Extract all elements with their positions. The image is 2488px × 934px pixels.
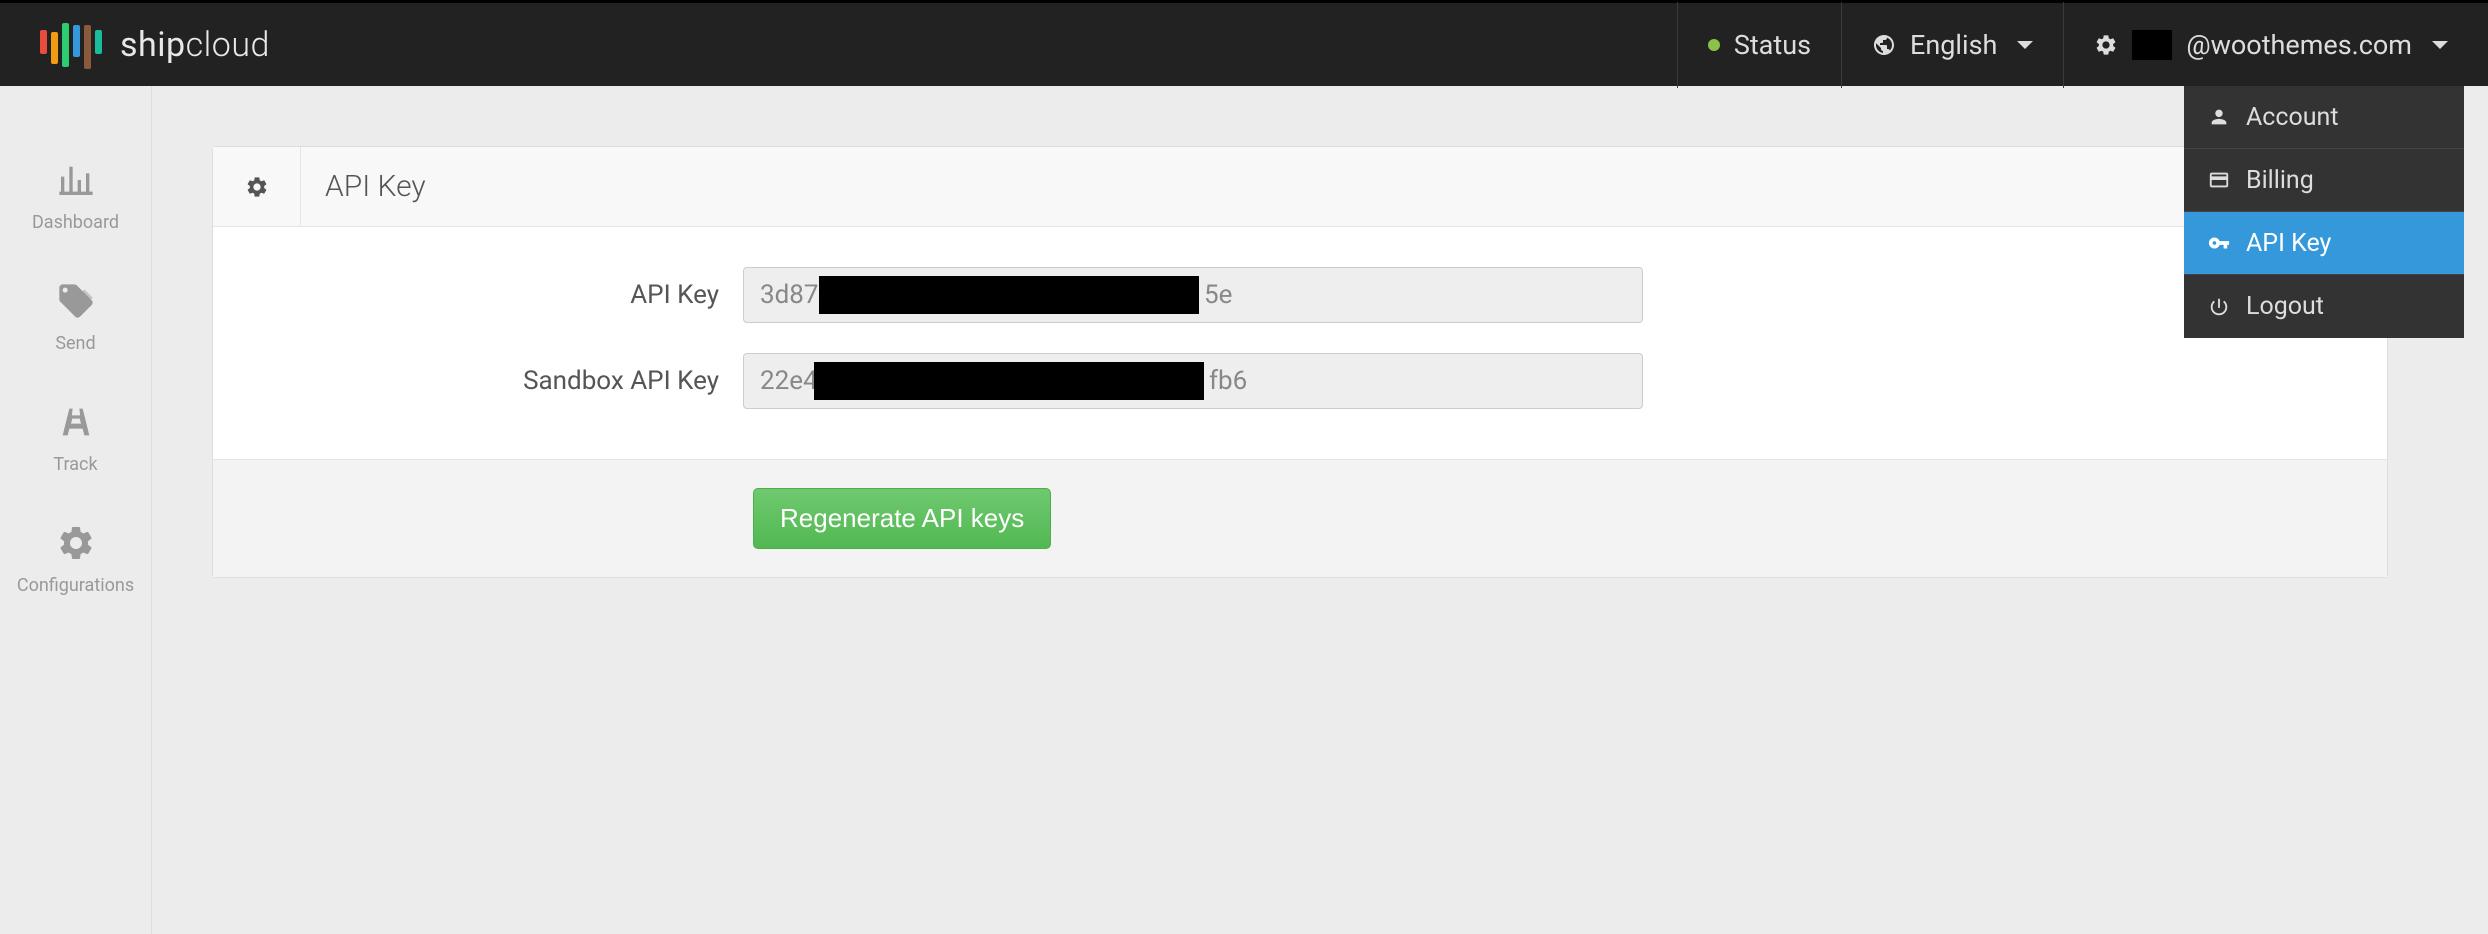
top-navigation: shipcloud Status English @woothemes.com	[0, 0, 2488, 86]
status-indicator-icon	[1708, 39, 1720, 51]
sidebar-item-send[interactable]: Send	[0, 257, 151, 378]
sandbox-key-suffix: fb6	[1209, 366, 1247, 396]
sidebar-item-configurations[interactable]: Configurations	[0, 499, 151, 620]
card-icon	[2208, 169, 2230, 191]
menu-logout[interactable]: Logout	[2184, 275, 2464, 338]
user-dropdown-menu: Account Billing API Key Logout	[2184, 86, 2464, 338]
api-key-row: API Key 3d87 5e	[263, 267, 2337, 323]
menu-billing[interactable]: Billing	[2184, 149, 2464, 212]
sidebar-item-label: Send	[55, 333, 95, 354]
api-key-prefix: 3d87	[760, 280, 819, 310]
sandbox-api-key-field[interactable]: 22e4 fb6	[743, 353, 1643, 409]
key-icon	[2208, 232, 2230, 254]
user-menu-toggle[interactable]: @woothemes.com	[2063, 2, 2488, 88]
redacted-value	[814, 362, 1204, 400]
sidebar-item-dashboard[interactable]: Dashboard	[0, 136, 151, 257]
sidebar-item-track[interactable]: Track	[0, 378, 151, 499]
panel-body: API Key 3d87 5e Sandbox API Key 22e4 fb6	[213, 227, 2387, 459]
gear-icon	[56, 523, 96, 563]
gear-icon	[245, 175, 269, 199]
chevron-down-icon	[2017, 41, 2033, 49]
road-icon	[56, 402, 96, 442]
menu-item-label: Logout	[2246, 292, 2324, 321]
panel-gear-tab[interactable]	[213, 147, 301, 227]
status-menu[interactable]: Status	[1677, 2, 1841, 88]
language-menu[interactable]: English	[1841, 2, 2063, 88]
sandbox-key-prefix: 22e4	[760, 366, 818, 396]
tag-icon	[56, 281, 96, 321]
gear-icon	[2094, 33, 2118, 57]
api-key-panel: API Key API Key 3d87 5e Sandbox API Key …	[212, 146, 2388, 578]
panel-footer: Regenerate API keys	[213, 459, 2387, 577]
power-icon	[2208, 296, 2230, 318]
menu-api-key[interactable]: API Key	[2184, 212, 2464, 275]
status-label: Status	[1734, 29, 1811, 61]
api-key-label: API Key	[263, 280, 743, 310]
sidebar-item-label: Track	[53, 454, 97, 475]
bar-chart-icon	[56, 160, 96, 200]
user-redacted	[2132, 30, 2172, 60]
left-sidebar: Dashboard Send Track Configurations	[0, 86, 152, 934]
user-email: @woothemes.com	[2186, 29, 2412, 61]
menu-account[interactable]: Account	[2184, 86, 2464, 149]
menu-item-label: API Key	[2246, 229, 2331, 258]
sidebar-item-label: Dashboard	[32, 212, 119, 233]
brand-name: shipcloud	[120, 25, 270, 65]
globe-icon	[1872, 33, 1896, 57]
logo-bars-icon	[40, 21, 102, 69]
sandbox-api-key-label: Sandbox API Key	[263, 366, 743, 396]
page-title: API Key	[301, 169, 426, 204]
redacted-value	[819, 276, 1199, 314]
menu-item-label: Account	[2246, 103, 2339, 132]
language-label: English	[1910, 29, 1997, 61]
regenerate-api-keys-button[interactable]: Regenerate API keys	[753, 488, 1051, 549]
api-key-field[interactable]: 3d87 5e	[743, 267, 1643, 323]
user-icon	[2208, 106, 2230, 128]
sandbox-api-key-row: Sandbox API Key 22e4 fb6	[263, 353, 2337, 409]
main-content: API Key API Key 3d87 5e Sandbox API Key …	[152, 86, 2488, 934]
brand-logo[interactable]: shipcloud	[0, 21, 270, 69]
chevron-down-icon	[2432, 41, 2448, 49]
panel-header: API Key	[213, 147, 2387, 227]
sidebar-item-label: Configurations	[17, 575, 134, 596]
api-key-suffix: 5e	[1204, 280, 1232, 310]
menu-item-label: Billing	[2246, 166, 2314, 195]
